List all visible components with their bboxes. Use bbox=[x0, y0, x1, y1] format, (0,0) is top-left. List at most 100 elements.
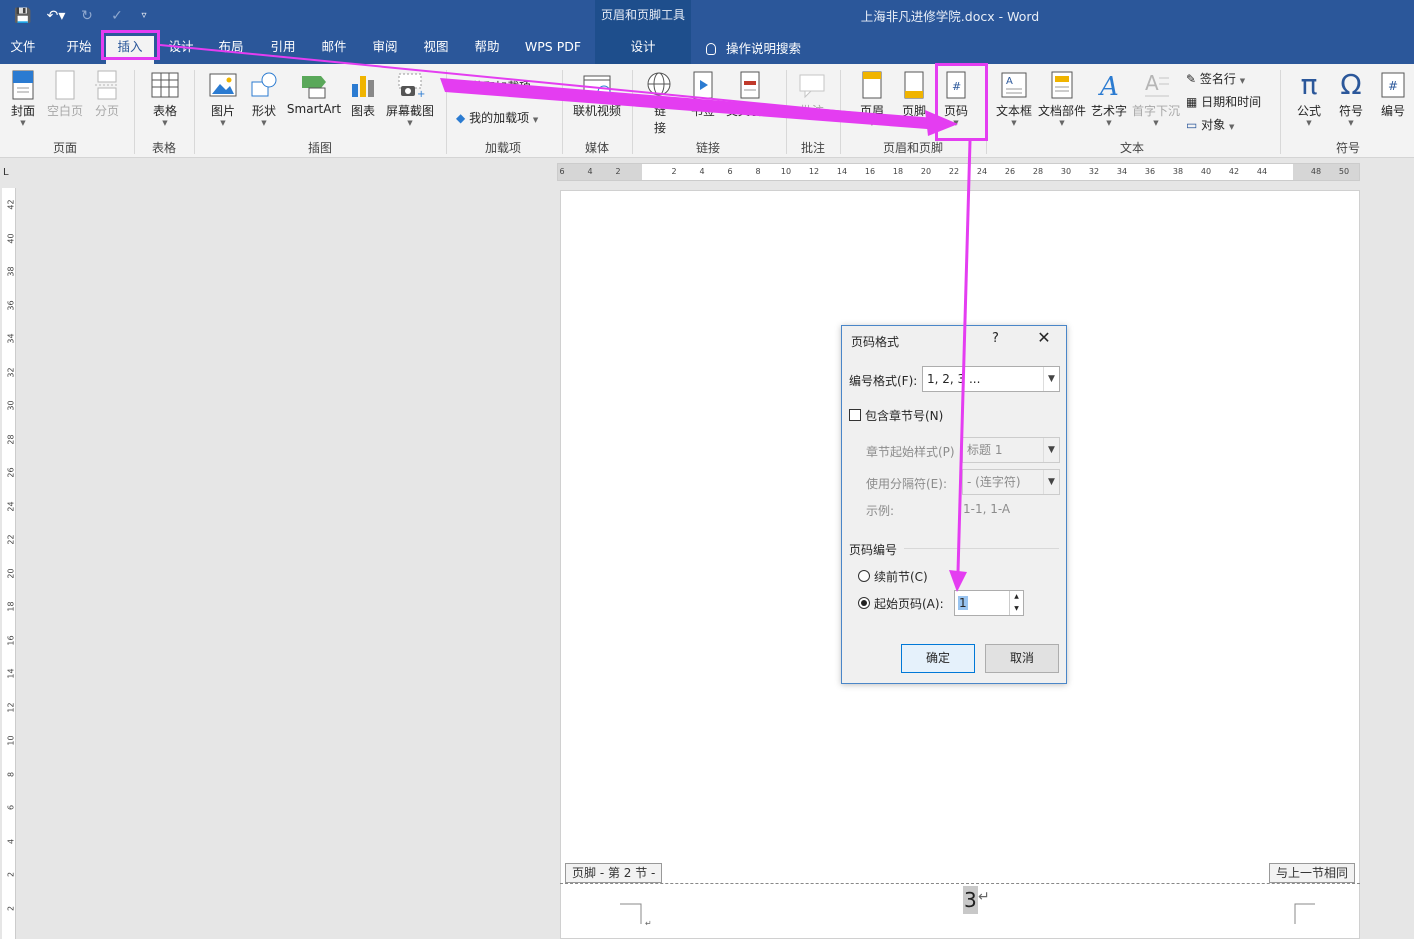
format-painter-icon[interactable]: ✓ bbox=[106, 5, 128, 27]
tell-me-search[interactable]: 操作说明搜索 bbox=[706, 38, 801, 57]
ruler-tick-label: 12 bbox=[6, 701, 16, 713]
footer-button[interactable]: 页脚 ▼ bbox=[896, 70, 932, 127]
equation-button[interactable]: π 公式 ▼ bbox=[1290, 70, 1328, 128]
svg-text:#: # bbox=[1388, 79, 1398, 93]
cross-reference-label: 交叉引用 bbox=[725, 104, 774, 118]
chevron-down-icon: ▼ bbox=[1306, 119, 1312, 127]
signature-line-button[interactable]: ✎ 签名行 ▼ bbox=[1186, 70, 1245, 87]
tab-home[interactable]: 开始 bbox=[58, 36, 100, 62]
start-at-radio[interactable] bbox=[858, 597, 870, 609]
tab-wps-pdf[interactable]: WPS PDF bbox=[518, 36, 588, 62]
undo-icon[interactable]: ↶▾ bbox=[42, 5, 70, 27]
object-button[interactable]: ▭ 对象 ▼ bbox=[1186, 116, 1234, 133]
bookmark-button[interactable]: 书签 bbox=[686, 70, 720, 119]
symbol-button[interactable]: Ω 符号 ▼ bbox=[1332, 70, 1370, 128]
ruler-tick-label: 28 bbox=[1032, 167, 1044, 176]
textbox-button[interactable]: A 文本框 ▼ bbox=[994, 70, 1034, 127]
group-separator bbox=[840, 70, 841, 154]
ruler-tick-label: 32 bbox=[1088, 167, 1100, 176]
customize-qat-icon[interactable]: ▿ bbox=[136, 5, 152, 27]
tab-design[interactable]: 设计 bbox=[160, 36, 202, 62]
header-label: 页眉 bbox=[859, 104, 884, 118]
horizontal-ruler[interactable]: 6 4 2 2 4 6 8 10 12 14 16 18 20 22 24 26 28 30 32 34 36 38 40 4… bbox=[557, 163, 1360, 181]
separator-value: - (连字符) bbox=[967, 475, 1021, 489]
chart-icon bbox=[352, 76, 374, 97]
ok-button[interactable]: 确定 bbox=[901, 644, 975, 673]
tab-selector[interactable]: L bbox=[3, 167, 9, 178]
chart-button[interactable]: 图表 bbox=[346, 70, 380, 119]
shapes-button[interactable]: 形状 ▼ bbox=[246, 70, 282, 127]
cross-reference-button[interactable]: 交叉引用 bbox=[724, 70, 776, 119]
ruler-tick-label: 16 bbox=[6, 634, 16, 646]
blank-page-button[interactable]: 空白页 bbox=[44, 70, 86, 119]
spin-up-icon[interactable]: ▲ bbox=[1009, 591, 1023, 603]
textbox-icon: A bbox=[1001, 72, 1027, 98]
ruler-tick-label: 28 bbox=[6, 433, 16, 445]
chart-label: 图表 bbox=[350, 104, 375, 118]
smartart-icon bbox=[302, 76, 326, 99]
numbering-label: 编号 bbox=[1380, 104, 1405, 118]
include-chapter-checkbox[interactable] bbox=[849, 409, 861, 421]
cancel-button[interactable]: 取消 bbox=[985, 644, 1059, 673]
wordart-icon: A bbox=[1098, 72, 1119, 100]
page-break-button[interactable]: 分页 bbox=[88, 70, 126, 119]
context-tool-title: 页眉和页脚工具 bbox=[600, 8, 685, 22]
online-video-button[interactable]: 联机视频 bbox=[570, 70, 624, 119]
object-label: 对象 bbox=[1201, 118, 1226, 132]
continue-radio[interactable] bbox=[858, 570, 870, 582]
table-label: 表格 bbox=[152, 104, 177, 118]
ruler-tick-label: 2 bbox=[6, 871, 16, 878]
tab-view[interactable]: 视图 bbox=[415, 36, 457, 62]
quick-parts-button[interactable]: 文档部件 ▼ bbox=[1036, 70, 1088, 127]
picture-button[interactable]: 图片 ▼ bbox=[206, 70, 240, 127]
header-button[interactable]: 页眉 ▼ bbox=[854, 70, 890, 127]
lightbulb-icon bbox=[706, 43, 716, 55]
ruler-tick-label: 12 bbox=[808, 167, 820, 176]
signature-icon: ✎ bbox=[1186, 72, 1197, 86]
tab-mailings[interactable]: 邮件 bbox=[313, 36, 355, 62]
chevron-down-icon: ▼ bbox=[407, 119, 413, 127]
number-format-label: 编号格式(F): bbox=[849, 374, 918, 388]
tab-file[interactable]: 文件 bbox=[4, 36, 42, 62]
spin-down-icon[interactable]: ▼ bbox=[1009, 603, 1023, 615]
help-button[interactable]: ? bbox=[992, 331, 999, 346]
save-icon[interactable]: 💾 bbox=[12, 5, 34, 27]
svg-text:A: A bbox=[1145, 71, 1159, 95]
close-button[interactable]: ✕ bbox=[1034, 328, 1054, 347]
my-addins-button[interactable]: ◆ 我的加载项 ▼ bbox=[456, 109, 538, 126]
comment-button[interactable]: 批注 bbox=[794, 70, 830, 119]
separator-select[interactable]: - (连字符) ▼ bbox=[962, 469, 1060, 495]
screenshot-button[interactable]: + 屏幕截图 ▼ bbox=[384, 70, 436, 127]
vertical-ruler[interactable]: 42 40 38 36 34 32 30 28 26 24 22 20 18 16 14 12 10 8 6 4 2 2 bbox=[2, 188, 16, 939]
ruler-tick-label: 4 bbox=[587, 167, 593, 176]
table-button[interactable]: 表格 ▼ bbox=[146, 70, 184, 127]
tab-layout[interactable]: 布局 bbox=[210, 36, 252, 62]
ruler-tick-label: 2 bbox=[671, 167, 677, 176]
start-at-input[interactable]: 1 ▲ ▼ bbox=[954, 590, 1024, 616]
cover-page-button[interactable]: 封面 ▼ bbox=[6, 70, 40, 127]
ruler-tick-label: 36 bbox=[6, 299, 16, 311]
chevron-down-icon: ▼ bbox=[162, 119, 168, 127]
wordart-button[interactable]: A 艺术字 ▼ bbox=[1090, 70, 1128, 127]
tab-review[interactable]: 审阅 bbox=[364, 36, 406, 62]
example-label: 示例: bbox=[866, 504, 895, 518]
smartart-button[interactable]: SmartArt bbox=[286, 70, 342, 116]
chapter-style-value: 标题 1 bbox=[967, 443, 1003, 457]
number-format-select[interactable]: 1, 2, 3 ... ▼ bbox=[922, 366, 1060, 392]
get-addins-button[interactable]: ▦ 获取加载项 bbox=[456, 78, 531, 95]
numbering-button[interactable]: # 编号 bbox=[1374, 70, 1412, 119]
ruler-tick-label: 38 bbox=[1172, 167, 1184, 176]
redo-icon[interactable]: ↻ bbox=[78, 5, 96, 27]
link-button[interactable]: 链接 bbox=[642, 70, 678, 136]
page-number-field[interactable]: 3 bbox=[963, 886, 978, 914]
drop-cap-button[interactable]: A 首字下沉 ▼ bbox=[1130, 70, 1182, 127]
same-as-previous-tag: 与上一节相同 bbox=[1269, 863, 1356, 883]
group-label-links: 链接 bbox=[695, 141, 720, 155]
group-separator bbox=[632, 70, 633, 154]
chapter-style-select[interactable]: 标题 1 ▼ bbox=[962, 437, 1060, 463]
date-time-button[interactable]: ▦ 日期和时间 bbox=[1186, 93, 1261, 110]
tab-references[interactable]: 引用 bbox=[262, 36, 304, 62]
tab-header-footer-design[interactable]: 设计 bbox=[620, 36, 666, 62]
tab-help[interactable]: 帮助 bbox=[466, 36, 508, 62]
chevron-down-icon: ▼ bbox=[1239, 77, 1246, 85]
